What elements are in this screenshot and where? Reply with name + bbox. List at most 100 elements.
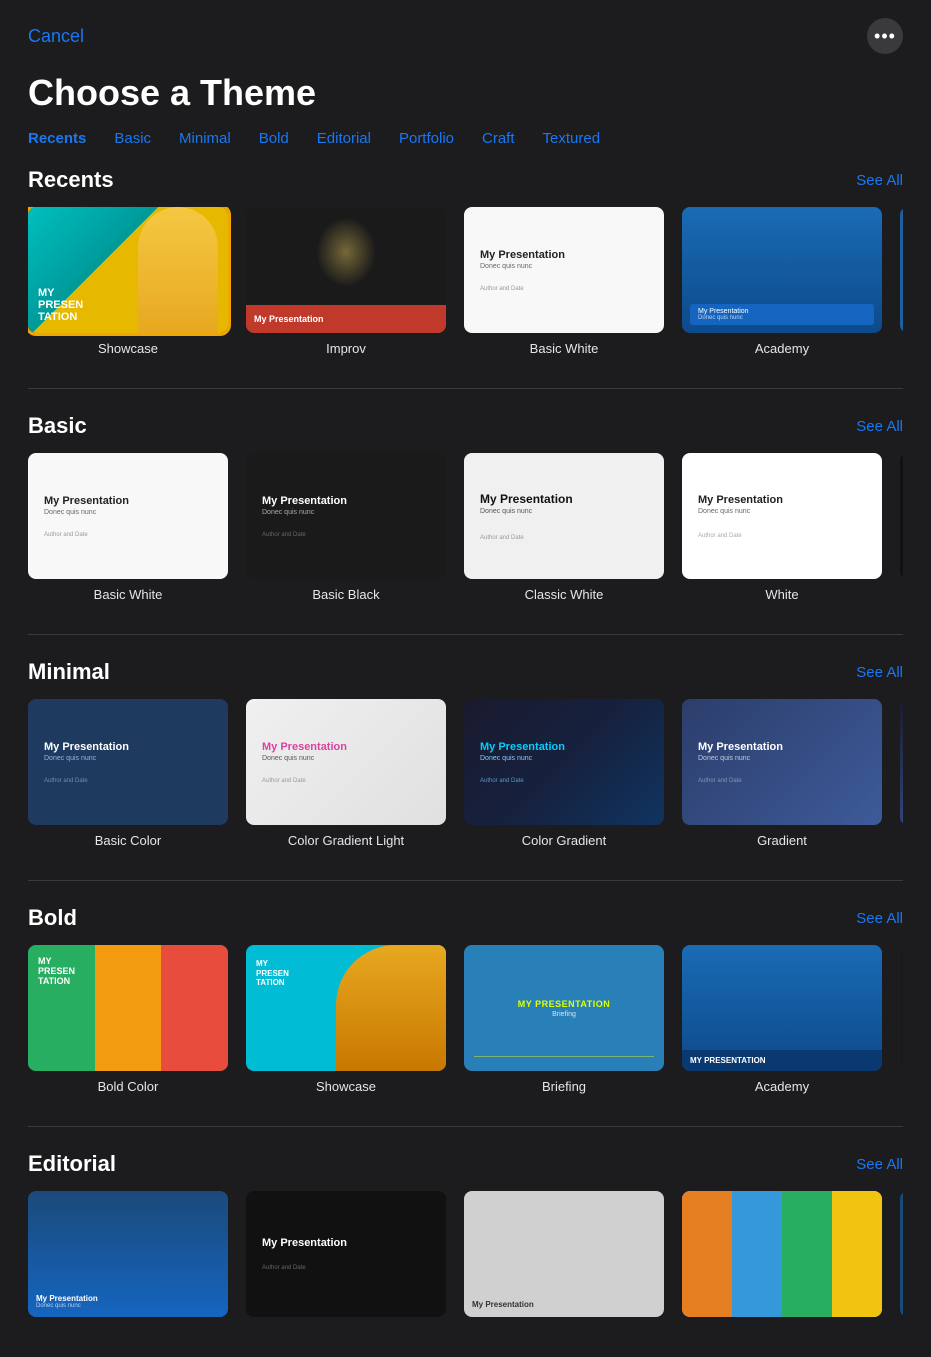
basic-see-all-button[interactable]: See All (856, 418, 903, 435)
theme-card-improv[interactable]: My Presentation Improv (246, 207, 446, 356)
divider-4 (28, 1126, 903, 1127)
category-editorial[interactable]: Editorial (317, 130, 371, 147)
cg-sub: Donec quis nunc (480, 755, 648, 762)
bw-sub: Donec quis nunc (44, 509, 212, 516)
theme-card-academy-recent[interactable]: My Presentation Donec quis nunc Academy (682, 207, 882, 356)
bold-color-thumbnail: MYPRESENTATION (28, 945, 228, 1071)
bwr-sub: Donec quis nunc (480, 263, 648, 270)
bwr-author: Author and Date (480, 286, 648, 292)
theme-card-editorial-dark[interactable]: My Presentation Author and Date (246, 1191, 446, 1325)
gradient-label: Gradient (682, 833, 882, 848)
bold-academy-title-text: My Presentation (690, 1056, 874, 1065)
minimal-title: Minimal (28, 659, 110, 685)
theme-card-gradient[interactable]: My Presentation Donec quis nunc Author a… (682, 699, 882, 848)
showcase-person (138, 207, 218, 333)
editorial-children-thumbnail (682, 1191, 882, 1317)
bold-color-label: Bold Color (28, 1079, 228, 1094)
bold-section-header: Bold See All (28, 905, 903, 931)
theme-card-basic-color[interactable]: My Presentation Donec quis nunc Author a… (28, 699, 228, 848)
bold-section: Bold See All MYPRESENTATION Bold Color M… (0, 905, 931, 1126)
theme-card-basic-white-recent[interactable]: My Presentation Donec quis nunc Author a… (464, 207, 664, 356)
white-label: White (682, 587, 882, 602)
basic-white-label: Basic White (28, 587, 228, 602)
editorial-dark-thumbnail: My Presentation Author and Date (246, 1191, 446, 1317)
person-yellow (95, 945, 162, 1071)
editorial-blue-thumbnail: My Presentation Donec quis nunc (28, 1191, 228, 1317)
theme-card-bold-showcase[interactable]: MYPRESENTATION Showcase (246, 945, 446, 1094)
w-author: Author and Date (698, 533, 866, 539)
bc-author: Author and Date (44, 778, 212, 784)
theme-card-partial-recent[interactable]: MYPR (900, 207, 903, 356)
category-portfolio[interactable]: Portfolio (399, 130, 454, 147)
theme-card-basic-black[interactable]: My Presentation Donec quis nunc Author a… (246, 453, 446, 602)
theme-card-partial-editorial[interactable] (900, 1191, 903, 1325)
theme-card-white[interactable]: My Presentation Donec quis nunc Author a… (682, 453, 882, 602)
bb-title: My Presentation (262, 495, 430, 507)
improv-spotlight (316, 217, 376, 287)
category-basic[interactable]: Basic (114, 130, 151, 147)
improv-label: Improv (246, 341, 446, 356)
improv-bottom-text: My Presentation (254, 314, 324, 324)
bold-briefing-thumbnail: My PRESENTATION Briefing (464, 945, 664, 1071)
category-craft[interactable]: Craft (482, 130, 515, 147)
color-gradient-light-thumbnail: My Presentation Donec quis nunc Author a… (246, 699, 446, 825)
color-gradient-label: Color Gradient (464, 833, 664, 848)
bc-sub: Donec quis nunc (44, 755, 212, 762)
cg-author: Author and Date (480, 778, 648, 784)
bold-academy-label: Academy (682, 1079, 882, 1094)
recents-section-header: Recents See All (28, 167, 903, 193)
minimal-see-all-button[interactable]: See All (856, 664, 903, 681)
theme-card-partial-bold[interactable]: DONECMY (900, 945, 903, 1094)
category-minimal[interactable]: Minimal (179, 130, 231, 147)
color-gradient-thumbnail: My Presentation Donec quis nunc Author a… (464, 699, 664, 825)
theme-card-bold-color[interactable]: MYPRESENTATION Bold Color (28, 945, 228, 1094)
category-textured[interactable]: Textured (543, 130, 601, 147)
theme-card-classic-white[interactable]: My Presentation Donec quis nunc Author a… (464, 453, 664, 602)
theme-card-color-gradient-light[interactable]: My Presentation Donec quis nunc Author a… (246, 699, 446, 848)
category-recents[interactable]: Recents (28, 130, 86, 147)
category-bold[interactable]: Bold (259, 130, 289, 147)
theme-card-editorial-blue[interactable]: My Presentation Donec quis nunc (28, 1191, 228, 1325)
minimal-section: Minimal See All My Presentation Donec qu… (0, 659, 931, 880)
theme-card-bold-briefing[interactable]: My PRESENTATION Briefing Briefing (464, 945, 664, 1094)
theme-card-basic-white[interactable]: My Presentation Donec quis nunc Author a… (28, 453, 228, 602)
bold-theme-row: MYPRESENTATION Bold Color MYPRESENTATION… (28, 945, 903, 1094)
theme-card-color-gradient[interactable]: My Presentation Donec quis nunc Author a… (464, 699, 664, 848)
person-pink (161, 945, 228, 1071)
bold-color-label-text: MYPRESENTATION (38, 957, 75, 987)
gr-sub: Donec quis nunc (698, 755, 866, 762)
minimal-theme-row: My Presentation Donec quis nunc Author a… (28, 699, 903, 848)
briefing-sub-text: Briefing (518, 1011, 611, 1018)
recents-section: Recents See All MYPRESENTATION Showcase … (0, 167, 931, 388)
basic-black-label: Basic Black (246, 587, 446, 602)
cgl-title: My Presentation (262, 741, 430, 753)
theme-card-partial-basic[interactable] (900, 453, 903, 602)
ed-dark-author: Author and Date (262, 1265, 430, 1271)
theme-card-bold-academy[interactable]: My Presentation Academy (682, 945, 882, 1094)
briefing-label-text: My PRESENTATION (518, 999, 611, 1009)
editorial-see-all-button[interactable]: See All (856, 1156, 903, 1173)
ed-blue-sub: Donec quis nunc (36, 1303, 220, 1309)
more-options-button[interactable]: ••• (867, 18, 903, 54)
basic-title: Basic (28, 413, 87, 439)
cancel-button[interactable]: Cancel (28, 26, 84, 47)
cw-sub: Donec quis nunc (480, 508, 648, 515)
basic-white-recent-thumbnail: My Presentation Donec quis nunc Author a… (464, 207, 664, 333)
category-nav: Recents Basic Minimal Bold Editorial Por… (0, 130, 931, 167)
editorial-title: Editorial (28, 1151, 116, 1177)
showcase-thumbnail: MYPRESENTATION (28, 207, 228, 333)
recents-theme-row: MYPRESENTATION Showcase My Presentation … (28, 207, 903, 356)
white-thumbnail: My Presentation Donec quis nunc Author a… (682, 453, 882, 579)
gr-author: Author and Date (698, 778, 866, 784)
theme-card-partial-minimal[interactable] (900, 699, 903, 848)
recents-see-all-button[interactable]: See All (856, 172, 903, 189)
theme-card-editorial-children[interactable] (682, 1191, 882, 1325)
editorial-children-colors (682, 1191, 882, 1317)
theme-card-editorial-gray[interactable]: My Presentation (464, 1191, 664, 1325)
theme-card-showcase[interactable]: MYPRESENTATION Showcase (28, 207, 228, 356)
divider-2 (28, 634, 903, 635)
bold-see-all-button[interactable]: See All (856, 910, 903, 927)
bold-showcase-label-text: MYPRESENTATION (256, 959, 289, 988)
bb-sub: Donec quis nunc (262, 509, 430, 516)
divider-1 (28, 388, 903, 389)
